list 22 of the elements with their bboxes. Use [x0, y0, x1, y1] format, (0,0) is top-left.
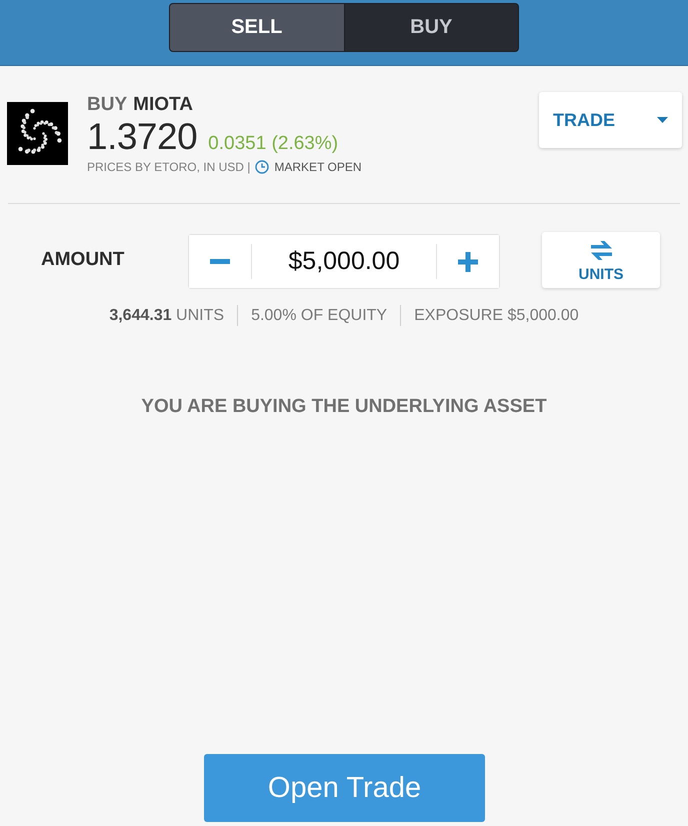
- summary-text: EXPOSURE $5,000.00: [400, 305, 592, 326]
- symbol-label: MIOTA: [133, 93, 193, 117]
- market-status: MARKET OPEN: [274, 159, 362, 175]
- summary-text: 3,644.31 UNITS: [108, 306, 226, 326]
- order-type-dropdown[interactable]: TRADE: [539, 92, 682, 148]
- price-value: 1.3720: [87, 117, 198, 157]
- swirl-logo-icon: [7, 102, 68, 165]
- side-tab[interactable]: BUY: [344, 3, 519, 52]
- caret-icon: [657, 117, 668, 123]
- amount-label: AMOUNT: [41, 249, 126, 271]
- notice-text: YOU ARE BUYING THE UNDERLYING ASSET: [140, 395, 548, 419]
- summary-text: 5.00% OF EQUITY: [237, 305, 400, 326]
- clock-icon: [255, 160, 270, 174]
- minus-icon: [210, 259, 230, 264]
- side-tab[interactable]: SELL: [169, 3, 344, 52]
- price-change: 0.0351 (2.63%): [208, 133, 338, 155]
- swap-arrows-icon: [590, 241, 612, 260]
- amount-stepper[interactable]: $5,000.00: [188, 234, 500, 289]
- action-label: BUY: [87, 93, 128, 117]
- plus-icon: [458, 252, 478, 272]
- units-toggle-button[interactable]: UNITS: [542, 232, 660, 288]
- price-source: PRICES BY ETORO, IN USD |: [87, 159, 250, 175]
